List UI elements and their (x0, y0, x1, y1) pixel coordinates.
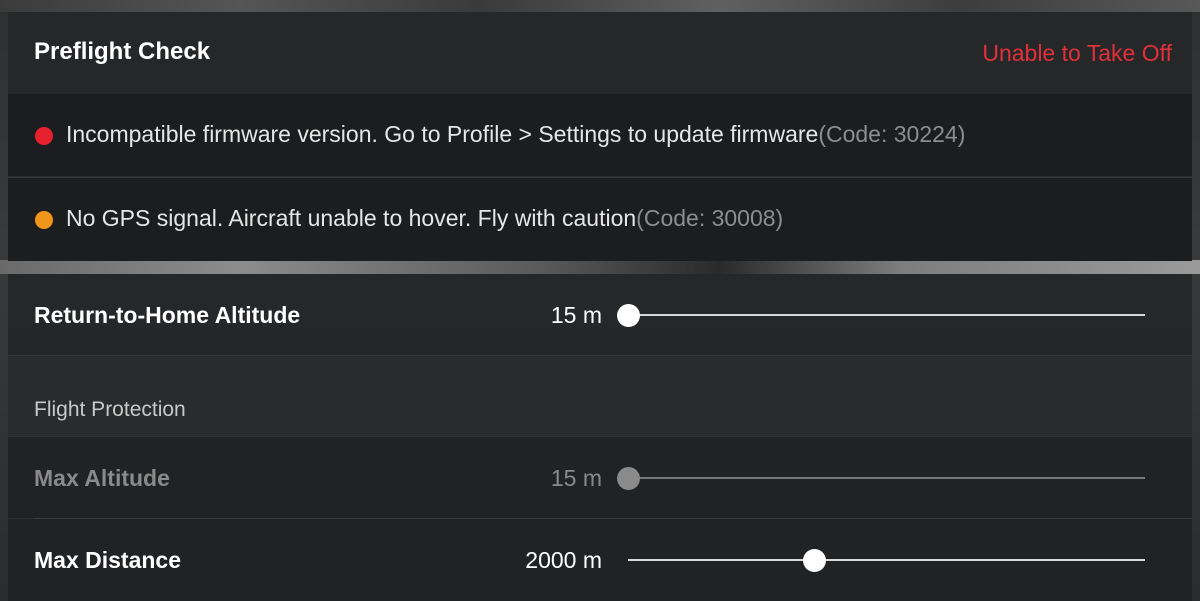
slider-thumb (617, 467, 640, 490)
warning-item-firmware[interactable]: Incompatible firmware version. Go to Pro… (8, 94, 1192, 177)
max-distance-slider[interactable] (628, 549, 1145, 572)
return-to-home-altitude-label: Return-to-Home Altitude (34, 302, 301, 328)
max-altitude-row: Max Altitude 15 m (8, 437, 1192, 518)
error-dot-icon (35, 127, 53, 145)
camera-feed-strip-top (0, 0, 1200, 12)
max-distance-row: Max Distance 2000 m (8, 519, 1192, 601)
warning-code: (Code: 30008) (636, 205, 784, 231)
warning-message: Incompatible firmware version. Go to Pro… (66, 121, 965, 148)
max-distance-label: Max Distance (34, 547, 182, 573)
slider-thumb[interactable] (803, 549, 827, 572)
max-distance-value: 2000 m (525, 547, 602, 573)
flight-protection-label: Flight Protection (34, 398, 186, 421)
preflight-check-title: Preflight Check (34, 38, 211, 65)
warning-code: (Code: 30224) (818, 121, 966, 147)
max-altitude-label: Max Altitude (34, 465, 170, 491)
max-altitude-value: 15 m (550, 465, 602, 491)
return-to-home-altitude-slider[interactable] (617, 304, 1145, 327)
preflight-check-header: Preflight Check Unable to Take Off (8, 12, 1192, 94)
flight-protection-section-header: Flight Protection (8, 356, 1192, 436)
warning-item-gps[interactable]: No GPS signal. Aircraft unable to hover.… (8, 178, 1192, 261)
takeoff-status-label: Unable to Take Off (982, 40, 1172, 66)
caution-dot-icon (35, 211, 53, 229)
warning-message: No GPS signal. Aircraft unable to hover.… (66, 205, 783, 232)
return-to-home-altitude-value: 15 m (550, 302, 602, 328)
warning-text: No GPS signal. Aircraft unable to hover.… (66, 205, 637, 231)
slider-thumb[interactable] (617, 304, 640, 327)
warning-text: Incompatible firmware version. Go to Pro… (66, 121, 819, 147)
return-to-home-altitude-row: Return-to-Home Altitude 15 m (8, 274, 1192, 355)
camera-feed-strip-middle (0, 260, 1200, 274)
max-altitude-slider (617, 467, 1145, 490)
